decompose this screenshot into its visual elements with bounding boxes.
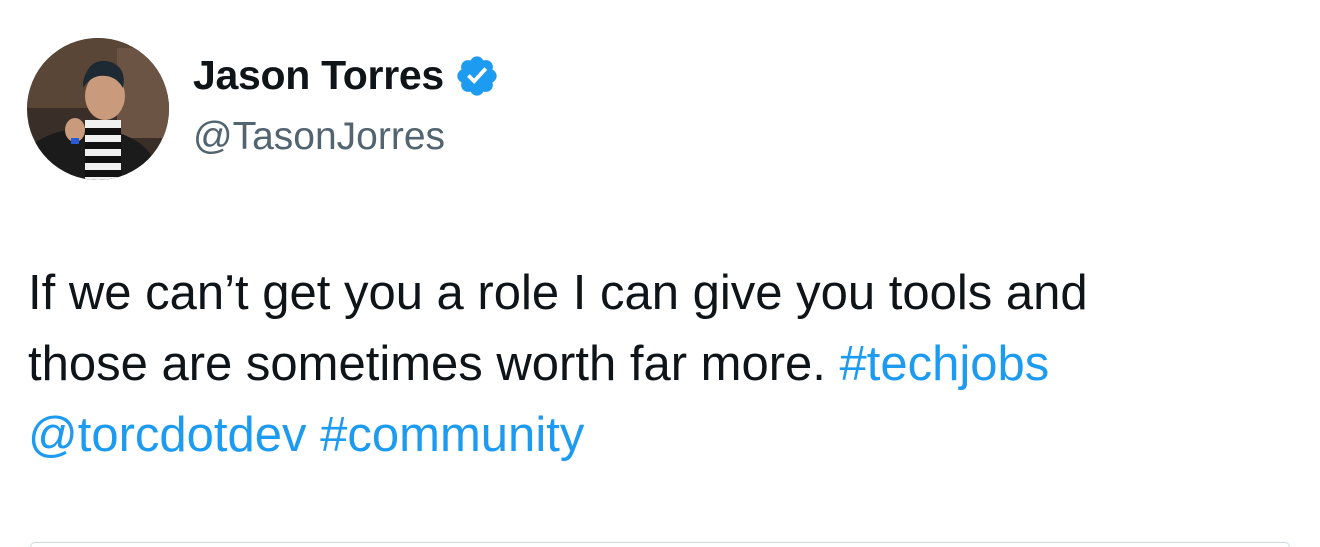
tweet-line-1: If we can’t get you a role I can give yo… <box>28 266 1088 320</box>
media-card-edge <box>30 542 1290 547</box>
mention-link-torcdotdev[interactable]: @torcdotdev <box>28 408 307 462</box>
display-name[interactable]: Jason Torres <box>193 52 444 99</box>
user-handle[interactable]: @TasonJorres <box>193 115 445 159</box>
user-name-row: Jason Torres <box>193 52 500 99</box>
hashtag-link-techjobs[interactable]: #techjobs <box>840 337 1050 391</box>
tweet-text: If we can’t get you a role I can give yo… <box>28 258 1298 471</box>
tweet-line-3: @torcdotdev #community <box>28 400 1298 471</box>
verified-badge-icon[interactable] <box>454 53 500 99</box>
tweet-line-2: those are sometimes worth far more. #tec… <box>28 329 1298 400</box>
avatar[interactable] <box>27 38 169 180</box>
tweet-line-2-text: those are sometimes worth far more. <box>28 337 826 391</box>
hashtag-link-community[interactable]: #community <box>320 408 584 462</box>
